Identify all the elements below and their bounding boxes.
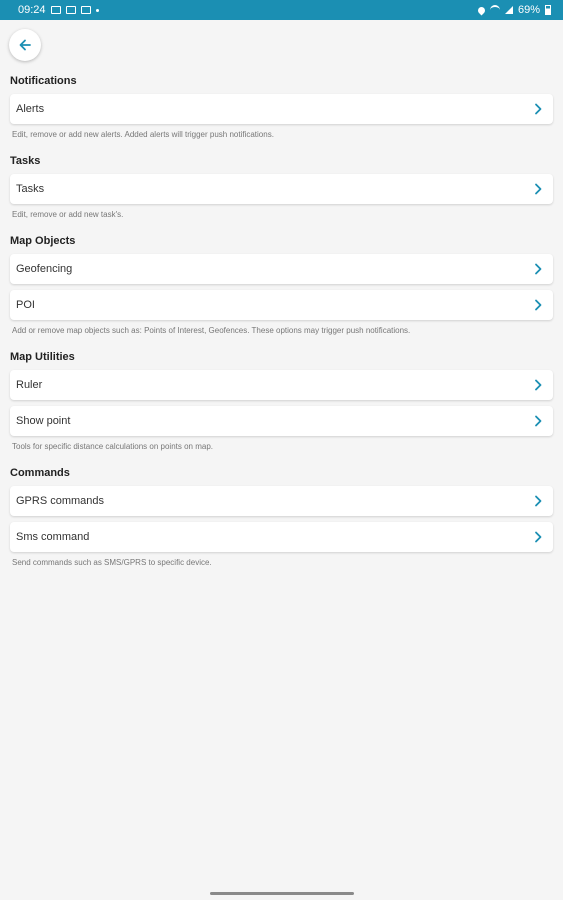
chevron-right-icon xyxy=(533,183,543,195)
menu-item-geofencing[interactable]: Geofencing xyxy=(10,254,553,284)
menu-item-label: Alerts xyxy=(16,103,45,115)
section-description: Tools for specific distance calculations… xyxy=(12,442,213,451)
section-title-map-objects: Map Objects xyxy=(10,235,76,247)
section-description: Add or remove map objects such as: Point… xyxy=(12,326,411,335)
status-left: 09:24 xyxy=(18,4,99,16)
menu-item-poi[interactable]: POI xyxy=(10,290,553,320)
section-title-commands: Commands xyxy=(10,467,70,479)
menu-item-label: Geofencing xyxy=(16,263,73,275)
battery-percent: 69% xyxy=(517,4,540,16)
menu-item-label: POI xyxy=(16,299,35,311)
chevron-right-icon xyxy=(533,415,543,427)
menu-item-alerts[interactable]: Alerts xyxy=(10,94,553,124)
status-right: 69% xyxy=(476,4,551,16)
chevron-right-icon xyxy=(533,299,543,311)
menu-item-label: GPRS commands xyxy=(16,495,105,507)
chevron-right-icon xyxy=(533,531,543,543)
signal-icon xyxy=(504,6,513,14)
menu-item-label: Tasks xyxy=(16,183,45,195)
section-title-tasks: Tasks xyxy=(10,155,41,167)
section-description: Send commands such as SMS/GPRS to specif… xyxy=(12,558,212,567)
settings-list: Notifications Alerts Edit, remove or add n… xyxy=(0,72,563,580)
menu-item-sms-command[interactable]: Sms command xyxy=(10,522,553,552)
section-description: Edit, remove or add new task's. xyxy=(12,210,124,219)
gallery-icon xyxy=(50,6,61,14)
cast-icon xyxy=(80,6,91,14)
menu-item-tasks[interactable]: Tasks xyxy=(10,174,553,204)
location-icon xyxy=(476,5,487,15)
menu-item-label: Ruler xyxy=(16,379,43,391)
section-description: Edit, remove or add new alerts. Added al… xyxy=(12,130,274,139)
menu-item-ruler[interactable]: Ruler xyxy=(10,370,553,400)
chevron-right-icon xyxy=(533,103,543,115)
menu-item-label: Show point xyxy=(16,415,71,427)
chevron-right-icon xyxy=(533,263,543,275)
menu-item-show-point[interactable]: Show point xyxy=(10,406,553,436)
menu-item-label: Sms command xyxy=(16,531,90,543)
status-time: 09:24 xyxy=(18,4,46,16)
battery-icon xyxy=(545,5,551,15)
status-bar: 09:24 69% xyxy=(0,0,563,20)
dot-icon xyxy=(95,8,99,12)
mail-icon xyxy=(65,6,76,14)
chevron-right-icon xyxy=(533,379,543,391)
wifi-icon xyxy=(489,5,500,15)
section-title-notifications: Notifications xyxy=(10,75,77,87)
arrow-left-icon xyxy=(19,39,31,51)
section-title-map-utilities: Map Utilities xyxy=(10,351,75,363)
home-indicator[interactable] xyxy=(210,892,354,895)
chevron-right-icon xyxy=(533,495,543,507)
menu-item-gprs-commands[interactable]: GPRS commands xyxy=(10,486,553,516)
back-button[interactable] xyxy=(9,29,41,61)
